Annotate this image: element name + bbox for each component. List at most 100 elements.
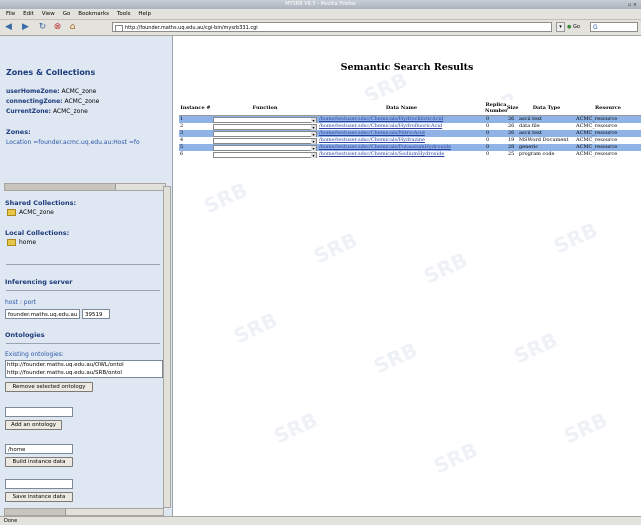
- zone-location-link[interactable]: Location =founder.acmc.uq.edu.au:Host =f…: [6, 139, 140, 146]
- data-type-cell: program code: [519, 151, 555, 157]
- size-cell: 26: [507, 115, 518, 123]
- replica-cell: 0: [485, 115, 507, 123]
- collections-horizontal-scrollbar[interactable]: [4, 508, 164, 516]
- port-input[interactable]: 39519: [82, 309, 110, 319]
- data-name-link[interactable]: /home/testuser.sdsc/Chemicals/Hydrazine: [318, 137, 485, 144]
- existing-ontologies-label: Existing ontologies:: [5, 351, 64, 358]
- replica-cell: 0: [486, 137, 490, 143]
- connecting-zone: connectingZone: ACMC_zone: [6, 98, 99, 105]
- build-instance-data-button[interactable]: Build instance data: [5, 457, 73, 467]
- menu-edit[interactable]: Edit: [23, 9, 34, 19]
- data-type-cell: ascii text: [518, 115, 575, 123]
- user-home-zone-value: ACMC_zone: [61, 88, 97, 95]
- search-input[interactable]: G: [590, 22, 638, 32]
- divider: [6, 264, 160, 265]
- menu-help[interactable]: Help: [138, 9, 151, 19]
- ontologies-heading: Ontologies: [5, 331, 45, 339]
- chevron-down-icon: ▾: [311, 145, 316, 151]
- srb-watermark: SRB: [200, 177, 252, 219]
- srb-watermark: SRB: [370, 337, 422, 379]
- local-collection-item[interactable]: home: [7, 239, 36, 246]
- function-select[interactable]: ▾: [213, 123, 317, 130]
- instance-data-input[interactable]: /home: [5, 444, 73, 454]
- function-cell: ▾: [212, 130, 318, 137]
- column-header-size: Size: [507, 100, 519, 116]
- remove-ontology-button[interactable]: Remove selected ontology: [5, 382, 93, 392]
- data-type-cell: ascii text: [518, 130, 575, 137]
- replica-cell: 0: [485, 130, 507, 137]
- url-text: http://founder.maths.uq.edu.au/cgi-bin/m…: [125, 25, 258, 31]
- left-panel: Zones & Collections userHomeZone: ACMC_z…: [0, 36, 173, 516]
- instance-cell: 1: [179, 115, 212, 123]
- data-name-link[interactable]: /home/testuser.sdsc/Chemicals/PotassiumH…: [318, 144, 485, 151]
- host-input[interactable]: founder.maths.uq.edu.au: [5, 309, 80, 319]
- chevron-down-icon: ▾: [311, 152, 316, 158]
- reload-icon[interactable]: ↻: [37, 22, 48, 33]
- ontology-list-item[interactable]: http://founder.maths.uq.edu.au/SRB/ontol: [7, 369, 162, 377]
- url-input[interactable]: http://founder.maths.uq.edu.au/cgi-bin/m…: [112, 22, 552, 32]
- size-cell: 28: [507, 144, 518, 151]
- data-name-link[interactable]: /home/testuser.sdsc/Chemicals/SodiumHydr…: [318, 151, 485, 158]
- add-ontology-input[interactable]: [5, 407, 73, 417]
- resource-cell: ACMC_resource: [576, 151, 618, 157]
- data-name-link[interactable]: /home/testuser.sdsc/Chemicals/NitricAcid: [318, 130, 485, 137]
- column-header-instance: Instance #: [179, 100, 212, 116]
- menu-file[interactable]: File: [6, 9, 15, 19]
- shared-collection-item[interactable]: ACMC_zone: [7, 209, 54, 216]
- resource-cell: ACMC_resource: [576, 123, 618, 129]
- connecting-zone-label: connectingZone:: [6, 98, 63, 105]
- go-icon: ●: [567, 24, 572, 30]
- window-titlebar: MYSRB V8.5 - Mozilla Firefox ▫ ×: [0, 0, 641, 9]
- function-select[interactable]: ▾: [213, 151, 317, 158]
- function-select[interactable]: ▾: [213, 137, 317, 144]
- function-select[interactable]: ▾: [213, 116, 317, 123]
- home-icon[interactable]: ⌂: [67, 22, 78, 33]
- instance-cell: 4: [180, 137, 184, 143]
- function-cell: ▾: [212, 144, 318, 151]
- back-icon[interactable]: ◀: [3, 22, 14, 33]
- current-zone: CurrentZone: ACMC_zone: [6, 108, 88, 115]
- results-table: Instance # Function Data Name Replica Nu…: [179, 100, 641, 158]
- data-type-cell: data file: [519, 123, 540, 129]
- srb-watermark: SRB: [550, 217, 602, 259]
- collections-scroll-thumb[interactable]: [5, 509, 66, 515]
- table-row: 4 ▾ /home/testuser.sdsc/Chemicals/Hydraz…: [179, 137, 641, 144]
- function-select[interactable]: ▾: [213, 130, 317, 137]
- host-port-label: host : port: [5, 299, 37, 306]
- table-row: 1 ▾ /home/testuser.sdsc/Chemicals/Hydroc…: [179, 115, 641, 123]
- menu-bar: File Edit View Go Bookmarks Tools Help: [0, 9, 641, 20]
- inferencing-server-heading: Inferencing server: [5, 278, 73, 286]
- column-header-resource: Resource: [575, 100, 641, 116]
- menu-view[interactable]: View: [42, 9, 55, 19]
- data-name-link[interactable]: /home/testuser.sdsc/Chemicals/Hydrofluor…: [318, 123, 485, 130]
- column-header-function: Function: [212, 100, 318, 116]
- function-cell: ▾: [212, 115, 318, 123]
- forward-icon[interactable]: ▶: [20, 22, 31, 33]
- instance-cell: 5: [179, 144, 212, 151]
- chevron-down-icon: ▾: [311, 138, 316, 144]
- chevron-down-icon: ▾: [311, 124, 316, 130]
- function-select[interactable]: ▾: [213, 144, 317, 151]
- ontology-list[interactable]: http://founder.maths.uq.edu.au/OWL/ontol…: [5, 360, 163, 378]
- menu-bookmarks[interactable]: Bookmarks: [78, 9, 109, 19]
- left-vertical-scrollbar[interactable]: [163, 186, 171, 508]
- navigation-toolbar: ◀ ▶ ↻ ⊗ ⌂ http://founder.maths.uq.edu.au…: [0, 20, 641, 36]
- add-ontology-button[interactable]: Add an ontology: [5, 420, 62, 430]
- replica-cell: 0: [486, 151, 490, 157]
- menu-tools[interactable]: Tools: [117, 9, 131, 19]
- save-instance-data-button[interactable]: Save instance data: [5, 492, 73, 502]
- zones-pane: Zones & Collections userHomeZone: ACMC_z…: [0, 36, 172, 186]
- local-collection-name: home: [19, 239, 37, 246]
- size-cell: 19: [508, 137, 515, 143]
- url-dropdown-icon[interactable]: ▾: [556, 22, 565, 32]
- ontology-list-item[interactable]: http://founder.maths.uq.edu.au/OWL/ontol: [7, 361, 162, 369]
- divider: [6, 290, 160, 291]
- table-row: 2 ▾ /home/testuser.sdsc/Chemicals/Hydrof…: [179, 123, 641, 130]
- replica-cell: 0: [486, 123, 490, 129]
- menu-go[interactable]: Go: [63, 9, 71, 19]
- stop-icon[interactable]: ⊗: [52, 22, 63, 33]
- go-button[interactable]: ▾ ● Go: [556, 22, 586, 32]
- srb-watermark: SRB: [310, 227, 362, 269]
- save-instance-input[interactable]: [5, 479, 73, 489]
- data-name-link[interactable]: /home/testuser.sdsc/Chemicals/Hydrochlor…: [318, 115, 485, 123]
